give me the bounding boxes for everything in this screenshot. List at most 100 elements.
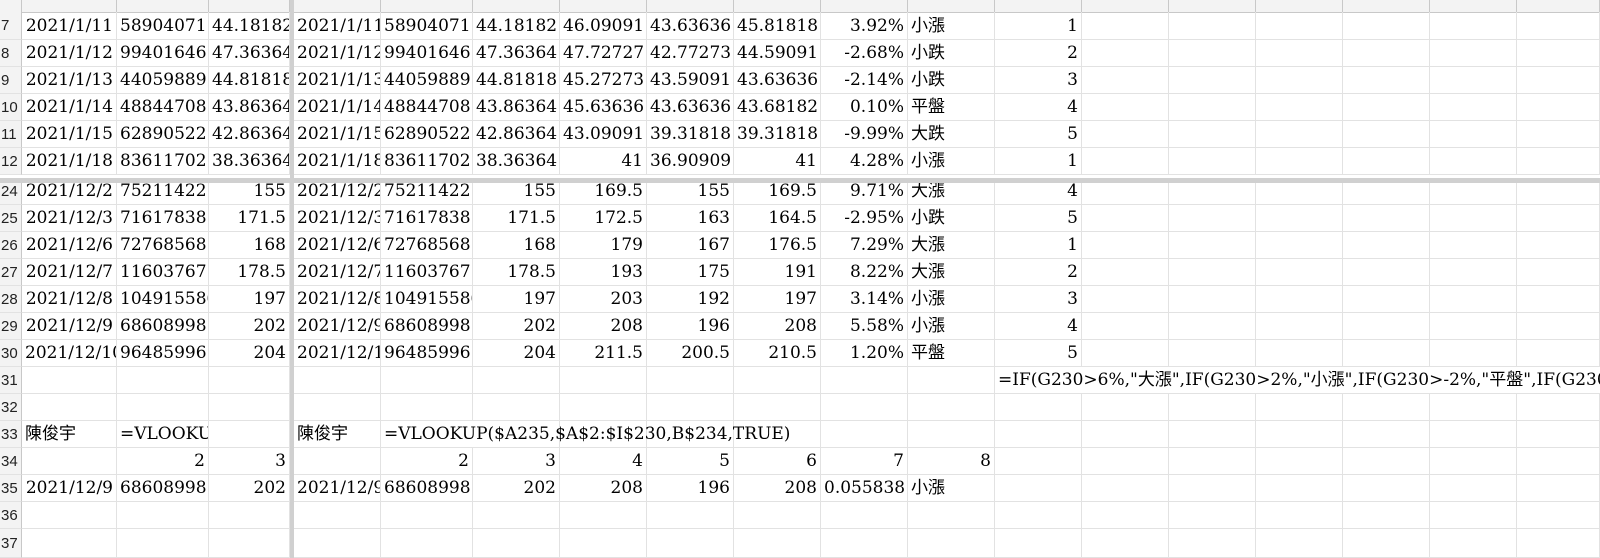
cell[interactable]: 2021/1/15 <box>22 121 117 148</box>
cell[interactable]: 48844708 <box>381 94 473 121</box>
cell[interactable]: 38.36364 <box>473 148 560 175</box>
cell[interactable] <box>734 529 821 558</box>
cell[interactable] <box>1082 502 1169 529</box>
cell[interactable] <box>1343 67 1430 94</box>
cell[interactable] <box>1256 232 1343 259</box>
cell[interactable] <box>734 394 821 421</box>
cell[interactable]: 43.68182 <box>734 94 821 121</box>
cell[interactable]: 小漲 <box>908 286 995 313</box>
cell[interactable]: 45.81818 <box>734 12 821 40</box>
cell[interactable]: 62890522 <box>117 121 209 148</box>
cell[interactable] <box>908 367 995 394</box>
cell[interactable] <box>1343 340 1430 367</box>
cell[interactable] <box>1256 148 1343 175</box>
cell[interactable]: 3 <box>995 286 1082 313</box>
cell[interactable]: 68608998 <box>381 475 473 502</box>
cell[interactable]: 2021/1/14 <box>22 94 117 121</box>
cell[interactable]: 1 <box>995 148 1082 175</box>
cell[interactable] <box>560 502 647 529</box>
row-header[interactable]: 28 <box>0 286 22 313</box>
cell[interactable]: 171.5 <box>209 205 290 232</box>
cell[interactable]: 3 <box>473 448 560 475</box>
cell[interactable]: 210.5 <box>734 340 821 367</box>
cell[interactable] <box>1082 259 1169 286</box>
cell[interactable] <box>1517 67 1600 94</box>
cell[interactable]: 44059889 <box>381 67 473 94</box>
cell[interactable]: 2021/1/18 <box>22 148 117 175</box>
cell[interactable]: 2021/12/8 <box>294 286 381 313</box>
cell[interactable]: 178.5 <box>473 259 560 286</box>
cell[interactable]: 44.81818 <box>473 67 560 94</box>
cell[interactable]: 200.5 <box>647 340 734 367</box>
cell[interactable] <box>22 448 117 475</box>
cell[interactable]: 2021/12/3 <box>22 205 117 232</box>
cell[interactable] <box>821 502 908 529</box>
cell[interactable]: 8 <box>908 448 995 475</box>
cell[interactable] <box>1256 67 1343 94</box>
cell[interactable]: 163 <box>647 205 734 232</box>
cell[interactable] <box>1517 394 1600 421</box>
cell[interactable] <box>1430 121 1517 148</box>
cell[interactable] <box>1430 502 1517 529</box>
cell[interactable]: 202 <box>473 313 560 340</box>
cell[interactable]: 2021/1/12 <box>22 40 117 67</box>
cell[interactable]: 211.5 <box>560 340 647 367</box>
cell[interactable] <box>117 394 209 421</box>
cell[interactable]: 5 <box>995 205 1082 232</box>
cell[interactable]: 0.10% <box>821 94 908 121</box>
cell[interactable]: 175 <box>647 259 734 286</box>
column-header[interactable] <box>0 0 22 12</box>
cell[interactable] <box>560 529 647 558</box>
cell[interactable]: 68608998 <box>381 313 473 340</box>
cell[interactable]: 47.36364 <box>209 40 290 67</box>
cell[interactable] <box>294 529 381 558</box>
cell[interactable] <box>995 448 1082 475</box>
cell[interactable] <box>1169 40 1256 67</box>
cell[interactable]: -9.99% <box>821 121 908 148</box>
cell[interactable] <box>1082 286 1169 313</box>
cell[interactable]: 171.5 <box>473 205 560 232</box>
cell[interactable] <box>1256 259 1343 286</box>
cell[interactable] <box>473 502 560 529</box>
row-header[interactable]: 35 <box>0 475 22 502</box>
cell[interactable]: 3.14% <box>821 286 908 313</box>
cell[interactable] <box>1256 340 1343 367</box>
cell[interactable]: 179 <box>560 232 647 259</box>
cell[interactable]: 62890522 <box>381 121 473 148</box>
cell[interactable]: 2021/12/9 <box>22 313 117 340</box>
cell[interactable] <box>908 421 995 448</box>
cell[interactable] <box>1169 475 1256 502</box>
cell[interactable]: 2021/1/13 <box>294 67 381 94</box>
cell[interactable]: 44.59091 <box>734 40 821 67</box>
cell[interactable]: 4 <box>560 448 647 475</box>
column-header[interactable] <box>1430 0 1517 12</box>
cell[interactable]: 2021/12/7 <box>294 259 381 286</box>
cell[interactable] <box>1343 475 1430 502</box>
row-header[interactable]: 9 <box>0 67 22 94</box>
cell[interactable] <box>1082 529 1169 558</box>
cell[interactable] <box>1082 232 1169 259</box>
cell[interactable]: 202 <box>473 475 560 502</box>
cell[interactable] <box>209 529 290 558</box>
cell[interactable] <box>294 367 381 394</box>
cell[interactable] <box>1169 340 1256 367</box>
cell[interactable]: 小漲 <box>908 12 995 40</box>
cell[interactable]: 204 <box>473 340 560 367</box>
cell[interactable] <box>1169 394 1256 421</box>
cell[interactable]: 42.86364 <box>473 121 560 148</box>
cell[interactable] <box>995 529 1082 558</box>
cell[interactable]: 99401646 <box>381 40 473 67</box>
cell[interactable]: 43.09091 <box>560 121 647 148</box>
cell[interactable]: 8.22% <box>821 259 908 286</box>
cell[interactable] <box>1082 205 1169 232</box>
cell[interactable] <box>1517 121 1600 148</box>
cell[interactable] <box>734 502 821 529</box>
cell[interactable]: 58904071 <box>381 12 473 40</box>
cell[interactable]: 5 <box>995 340 1082 367</box>
cell[interactable]: 208 <box>560 313 647 340</box>
cell[interactable]: 5 <box>995 121 1082 148</box>
cell[interactable] <box>908 394 995 421</box>
cell[interactable] <box>117 502 209 529</box>
cell[interactable] <box>1517 448 1600 475</box>
cell[interactable]: 58904071 <box>117 12 209 40</box>
